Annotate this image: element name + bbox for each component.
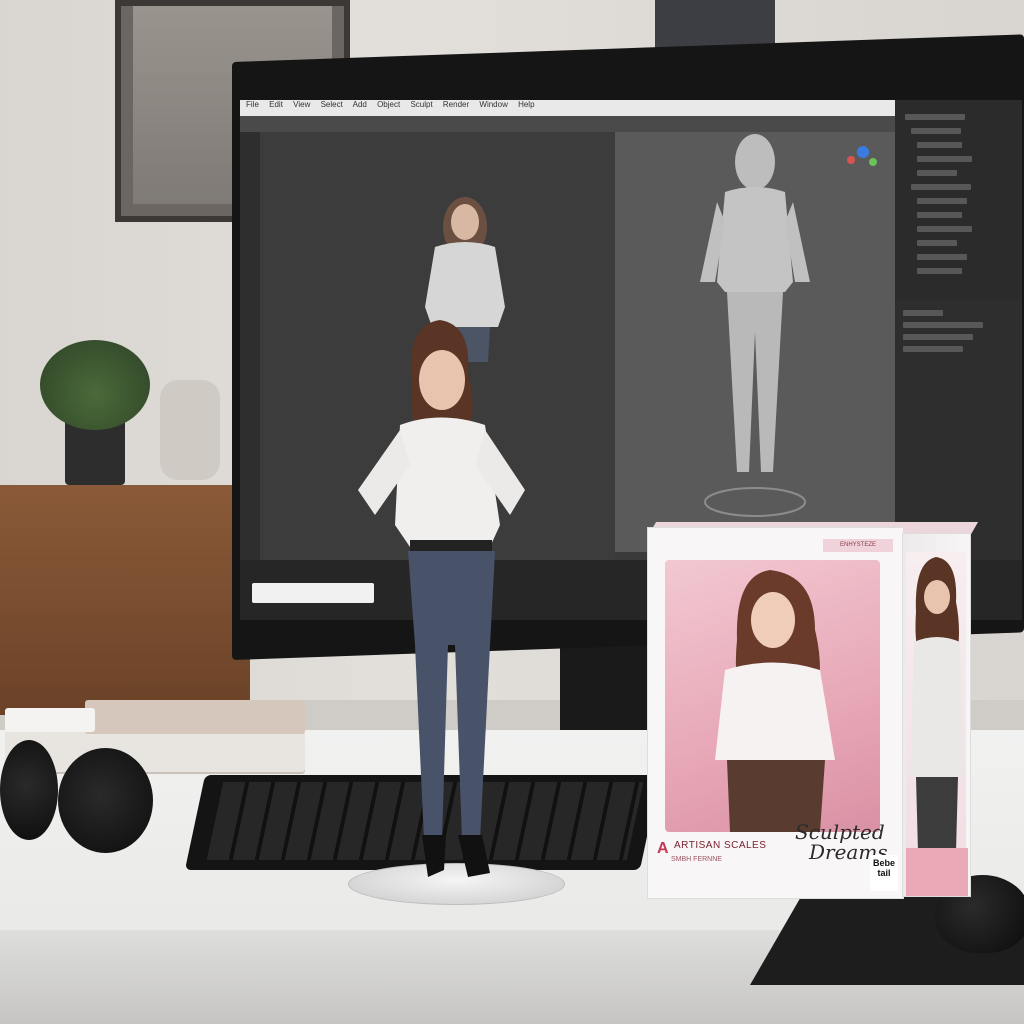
properties-panel[interactable] bbox=[895, 300, 1022, 560]
box-side-badge bbox=[906, 848, 968, 896]
vase bbox=[160, 380, 220, 480]
viewport-sculpt[interactable] bbox=[615, 132, 895, 552]
box-illustration bbox=[665, 560, 880, 832]
maker-subtitle: SMBH FERNNE bbox=[671, 856, 722, 863]
menu-item[interactable]: File bbox=[246, 100, 259, 109]
menu-item[interactable]: Help bbox=[518, 100, 534, 109]
headphones bbox=[0, 740, 155, 860]
outliner-panel[interactable] bbox=[895, 100, 1022, 300]
menu-item[interactable]: Edit bbox=[269, 100, 283, 109]
menu-item[interactable]: Add bbox=[353, 100, 367, 109]
menu-item[interactable]: Window bbox=[479, 100, 507, 109]
figurine bbox=[358, 320, 525, 877]
sculpt-model bbox=[700, 134, 877, 517]
menu-item[interactable]: Render bbox=[443, 100, 469, 109]
menu-item[interactable]: Object bbox=[377, 100, 400, 109]
menu-item[interactable]: Sculpt bbox=[410, 100, 432, 109]
barcode-label: Bebe tail bbox=[872, 858, 895, 878]
menu-item[interactable]: View bbox=[293, 100, 310, 109]
box-side-character bbox=[910, 557, 964, 852]
wooden-shelf bbox=[0, 485, 250, 715]
potted-plant bbox=[40, 340, 150, 430]
box-character-art bbox=[715, 570, 835, 832]
gizmo-axis-icon bbox=[857, 146, 869, 158]
menu-item[interactable]: Select bbox=[321, 100, 343, 109]
maker-name: ARTISAN SCALES bbox=[674, 840, 767, 851]
tool-shelf[interactable] bbox=[240, 132, 260, 562]
box-badge: ENHYSTEZE bbox=[823, 539, 893, 552]
box-side-art bbox=[906, 552, 966, 852]
